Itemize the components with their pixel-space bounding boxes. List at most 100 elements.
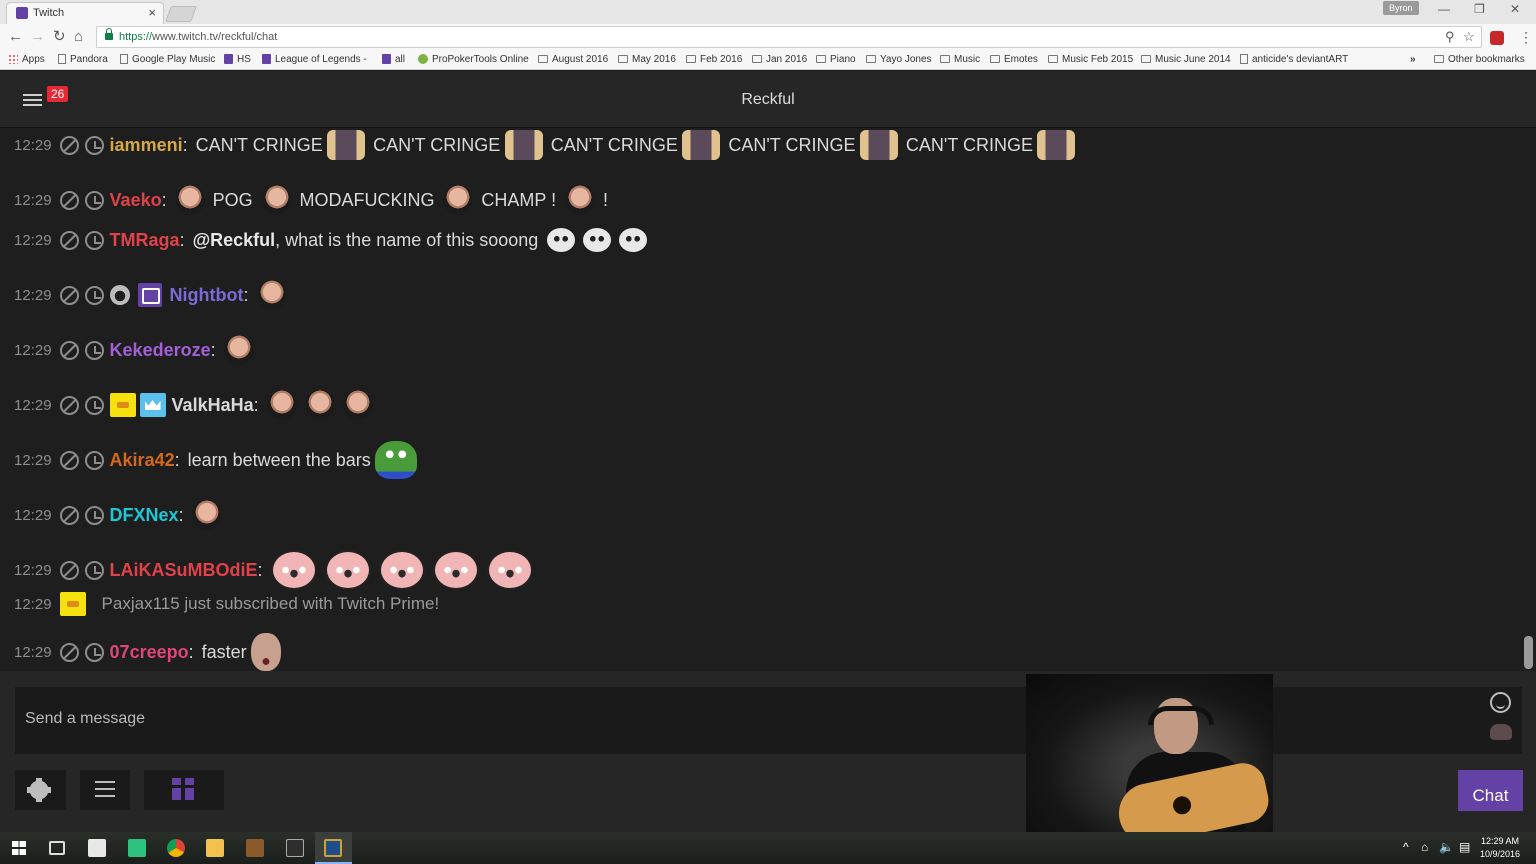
- new-tab-button[interactable]: [165, 6, 197, 22]
- bookmark-item[interactable]: Apps: [8, 54, 45, 65]
- bookmark-folder[interactable]: Music June 2014: [1141, 54, 1231, 65]
- task-view-icon[interactable]: [49, 841, 65, 855]
- bookmark-item[interactable]: Google Play Music: [120, 54, 215, 65]
- timeout-icon[interactable]: [84, 642, 104, 662]
- store-icon[interactable]: [88, 839, 106, 857]
- bookmark-star-icon[interactable]: ☆: [1463, 29, 1475, 45]
- bookmark-item[interactable]: ProPokerTools Online: [418, 54, 529, 65]
- bookmark-folder[interactable]: Yayo Jones: [866, 54, 932, 65]
- bookmark-folder[interactable]: August 2016: [538, 54, 608, 65]
- profile-button[interactable]: Byron: [1383, 1, 1419, 15]
- forward-arrow-icon[interactable]: →: [30, 29, 45, 45]
- minimize-icon[interactable]: —: [1438, 2, 1450, 16]
- chrome-icon[interactable]: [167, 839, 185, 857]
- ban-icon[interactable]: [59, 340, 79, 360]
- timeout-icon[interactable]: [84, 135, 104, 155]
- bookmark-folder[interactable]: Feb 2016: [686, 54, 742, 65]
- chat-settings-button[interactable]: [15, 770, 66, 810]
- league-of-legends-icon[interactable]: [324, 839, 342, 857]
- browser-tab-twitch[interactable]: Twitch ×: [6, 2, 164, 24]
- chat-username[interactable]: ValkHaHa: [172, 395, 254, 416]
- ban-icon[interactable]: [59, 560, 79, 580]
- chat-username[interactable]: LAiKASuMBOdiE: [110, 560, 258, 581]
- chat-header: 26 Reckful: [0, 71, 1536, 128]
- bookmark-folder[interactable]: Jan 2016: [752, 54, 807, 65]
- bookmark-item[interactable]: HS: [224, 54, 251, 65]
- reload-icon[interactable]: ↻: [53, 29, 66, 45]
- tab-title: Twitch: [33, 7, 65, 19]
- timeout-icon[interactable]: [84, 340, 104, 360]
- timestamp: 12:29: [14, 136, 52, 154]
- timeout-icon[interactable]: [84, 190, 104, 210]
- app-dark-icon[interactable]: [286, 839, 304, 857]
- zoom-icon[interactable]: ⚲: [1445, 29, 1455, 45]
- other-bookmarks-folder[interactable]: Other bookmarks: [1434, 54, 1525, 65]
- action-center-icon[interactable]: ▤: [1459, 840, 1470, 854]
- propokertools-icon: [418, 54, 428, 64]
- bits-icon[interactable]: [1490, 724, 1512, 740]
- network-icon[interactable]: ⌂: [1421, 840, 1428, 854]
- timestamp: 12:29: [14, 341, 52, 359]
- pogchamp-emote-icon: [174, 185, 205, 215]
- timeout-icon[interactable]: [84, 560, 104, 580]
- viewer-list-button[interactable]: [80, 770, 130, 810]
- bookmark-folder[interactable]: Emotes: [990, 54, 1038, 65]
- chat-username[interactable]: 07creepo: [110, 642, 189, 663]
- bookmark-folder[interactable]: May 2016: [618, 54, 676, 65]
- tab-close-icon[interactable]: ×: [148, 5, 156, 20]
- ban-icon[interactable]: [59, 230, 79, 250]
- restore-icon[interactable]: ❐: [1474, 2, 1485, 16]
- ban-icon[interactable]: [59, 190, 79, 210]
- timeout-icon[interactable]: [84, 285, 104, 305]
- bookmark-item[interactable]: Pandora: [58, 54, 108, 65]
- gift-button[interactable]: [144, 770, 224, 810]
- browser-menu-icon[interactable]: ⋮: [1519, 29, 1533, 46]
- ban-icon[interactable]: [59, 135, 79, 155]
- volume-icon[interactable]: 🔈: [1439, 840, 1454, 854]
- hearthstone-icon[interactable]: [246, 839, 264, 857]
- tray-expand-icon[interactable]: ^: [1403, 840, 1409, 854]
- chat-username[interactable]: Vaeko: [110, 190, 162, 211]
- chat-username[interactable]: DFXNex: [110, 505, 179, 526]
- bookmark-folder[interactable]: Music: [940, 54, 980, 65]
- extension-icon[interactable]: [1490, 31, 1504, 45]
- timeout-icon[interactable]: [84, 230, 104, 250]
- timestamp: 12:29: [14, 451, 52, 469]
- folder-icon: [866, 55, 876, 63]
- chat-username[interactable]: iammeni: [110, 135, 183, 156]
- ban-icon[interactable]: [59, 642, 79, 662]
- chat-scrollbar[interactable]: [1524, 636, 1533, 669]
- timeout-icon[interactable]: [84, 395, 104, 415]
- chat-message-input[interactable]: Send a message: [15, 687, 1522, 754]
- close-window-icon[interactable]: ✕: [1510, 2, 1520, 16]
- address-bar[interactable]: https://www.twitch.tv/reckful/chat ⚲ ☆: [96, 26, 1482, 48]
- bookmark-folder[interactable]: Piano: [816, 54, 856, 65]
- bookmark-item[interactable]: all: [382, 54, 405, 65]
- message-text: CAN'T CRINGE: [373, 134, 501, 155]
- emote-picker-icon[interactable]: [1490, 692, 1511, 713]
- windows-start-icon[interactable]: [12, 841, 26, 855]
- bookmark-folder[interactable]: Music Feb 2015: [1048, 54, 1133, 65]
- file-explorer-icon[interactable]: [206, 839, 224, 857]
- system-clock[interactable]: 12:29 AM 10/9/2016: [1480, 835, 1520, 861]
- back-arrow-icon[interactable]: ←: [8, 29, 23, 45]
- timeout-icon[interactable]: [84, 505, 104, 525]
- bookmark-item[interactable]: anticide's deviantART: [1240, 54, 1348, 65]
- chat-send-button[interactable]: Chat: [1458, 770, 1523, 811]
- chat-username[interactable]: Kekederoze: [110, 340, 211, 361]
- mention[interactable]: @Reckful: [193, 230, 276, 250]
- bookmark-item[interactable]: League of Legends -: [262, 54, 367, 65]
- home-icon[interactable]: ⌂: [74, 29, 83, 45]
- more-bookmarks-button[interactable]: »: [1410, 54, 1416, 65]
- chat-username[interactable]: TMRaga: [110, 230, 180, 251]
- chat-username[interactable]: Akira42: [110, 450, 175, 471]
- ban-icon[interactable]: [59, 285, 79, 305]
- ban-icon[interactable]: [59, 395, 79, 415]
- ban-icon[interactable]: [59, 450, 79, 470]
- ban-icon[interactable]: [59, 505, 79, 525]
- chat-line: 12:29 TMRaga: @Reckful, what is the name…: [14, 224, 655, 256]
- timeout-icon[interactable]: [84, 450, 104, 470]
- chat-username[interactable]: Nightbot: [170, 285, 244, 306]
- gift-icon: [172, 778, 194, 800]
- app-green-icon[interactable]: [128, 839, 146, 857]
